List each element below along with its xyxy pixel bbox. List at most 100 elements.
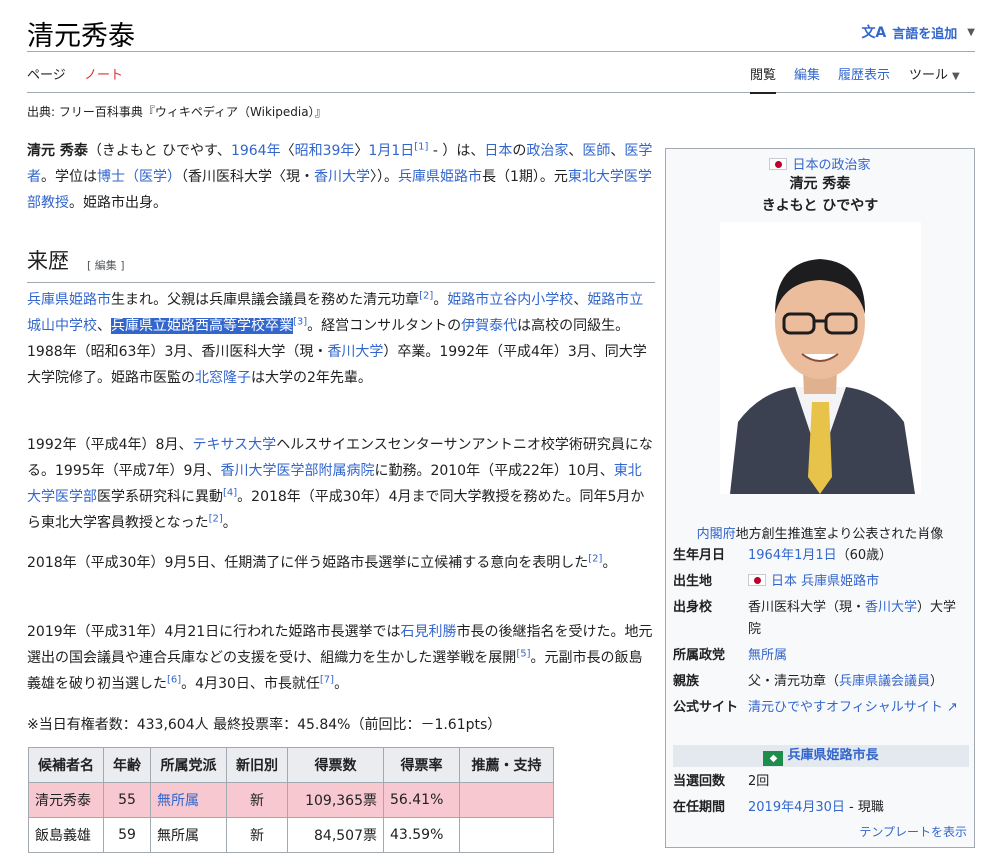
turnout-note: ※当日有権者数：433,604人 最終投票率：45.84%（前回比：－1.61p…: [27, 717, 502, 733]
citation[interactable]: [1]: [414, 141, 428, 152]
link[interactable]: 北窓隆子: [195, 370, 251, 386]
link[interactable]: 石見利勝: [400, 624, 456, 640]
relatives-link[interactable]: 兵庫県議会議員: [839, 674, 930, 689]
link[interactable]: 教授: [41, 195, 69, 211]
column-header: 得票数: [287, 747, 384, 783]
relatives-text-end: ）: [930, 674, 944, 689]
infobox-key: 生年月日: [673, 548, 726, 563]
tab-tools[interactable]: ツール ▼: [909, 64, 960, 92]
citation[interactable]: [4]: [223, 487, 237, 498]
infobox-key: 所属政党: [673, 648, 726, 663]
link[interactable]: 姫路市: [69, 292, 111, 308]
tab-history[interactable]: 履歴表示: [838, 64, 890, 92]
infobox-key: 当選回数: [673, 774, 726, 789]
link[interactable]: 医師: [582, 143, 610, 159]
table-header-row: 候補者名 年齢 所属党派 新旧別 得票数 得票率 推薦・支持: [28, 747, 554, 783]
chevron-down-icon: ▼: [952, 71, 960, 82]
history-paragraph-2: 1992年（平成4年）8月、テキサス大学ヘルスサイエンスセンターサンアントニオ校…: [27, 437, 653, 531]
page-title: 清元秀泰: [27, 21, 135, 52]
link[interactable]: 香川大学医学部附属病院: [220, 463, 374, 479]
infobox-row-elections: 当選回数 2回: [673, 771, 969, 793]
link[interactable]: 伊賀泰代: [461, 318, 517, 334]
candidate-age: 59: [103, 817, 151, 853]
infobox-value: 無所属: [748, 645, 969, 667]
candidate-party: 無所属: [150, 817, 227, 853]
birthdate-link[interactable]: 1964年1月1日: [748, 548, 837, 563]
infobox-row-birthplace: 出生地 日本 兵庫県姫路市: [673, 571, 969, 593]
portrait-caption: 内閣府地方創生推進室より公表された肖像: [666, 523, 974, 542]
link[interactable]: テキサス大学: [192, 437, 276, 453]
infobox-value: 清元ひでやすオフィシャルサイト ↗: [748, 697, 969, 719]
citation[interactable]: [6]: [167, 674, 181, 685]
column-header: 候補者名: [28, 747, 104, 783]
link[interactable]: 博士（医学）: [97, 169, 181, 185]
birthplace-link[interactable]: 日本 兵庫県姫路市: [771, 574, 879, 589]
infobox-category-link[interactable]: 日本の政治家: [792, 158, 870, 173]
japan-flag-icon: [769, 158, 788, 170]
term-start-link[interactable]: 2019年4月30日: [748, 800, 845, 815]
tab-read[interactable]: 閲覧: [750, 64, 777, 94]
portrait-image[interactable]: [720, 222, 921, 494]
link[interactable]: 日本: [484, 143, 512, 159]
candidate-votes: 84,507票: [287, 817, 384, 853]
party-link[interactable]: 無所属: [748, 648, 787, 663]
alma-mater-link[interactable]: 香川大学: [865, 600, 917, 615]
infobox-header: 日本の政治家: [666, 154, 974, 173]
candidate-support: [459, 817, 554, 853]
citation[interactable]: [7]: [320, 674, 334, 685]
candidate-name: 飯島義雄: [28, 817, 104, 853]
infobox-value: 日本 兵庫県姫路市: [748, 571, 969, 593]
link[interactable]: 香川大学: [314, 169, 370, 185]
link[interactable]: 1964年: [231, 143, 281, 159]
candidate-status: 新: [226, 782, 288, 818]
link[interactable]: 兵庫県: [27, 292, 69, 308]
official-site-link[interactable]: 清元ひでやすオフィシャルサイト: [748, 700, 943, 715]
citation[interactable]: [2]: [588, 553, 602, 564]
citation[interactable]: [5]: [516, 648, 530, 659]
citation[interactable]: [2]: [419, 290, 433, 301]
infobox-key: 公式サイト: [673, 700, 739, 715]
show-template-link[interactable]: テンプレートを表示: [859, 823, 967, 840]
link[interactable]: 兵庫県姫路市: [398, 169, 482, 185]
infobox-rows: 生年月日 1964年1月1日（60歳） 出生地 日本 兵庫県姫路市 出身校 香川…: [673, 545, 969, 723]
city-emblem-icon: ◆: [763, 751, 784, 766]
link[interactable]: 1月1日: [368, 143, 414, 159]
history-paragraph-3: 2018年（平成30年）9月5日、任期満了に伴う姫路市長選挙に立候補する意向を表…: [27, 553, 617, 571]
candidate-name: 清元秀泰: [28, 782, 104, 818]
relatives-text: 父・清元功章（: [748, 674, 840, 689]
tab-edit[interactable]: 編集: [794, 64, 820, 92]
caption-link[interactable]: 内閣府: [697, 527, 736, 542]
candidate-votes: 109,365票: [287, 782, 384, 818]
link[interactable]: 政治家: [526, 143, 568, 159]
history-paragraph-1: 兵庫県姫路市生まれ。父親は兵庫県議会議員を務めた清元功章[2]。姫路市立谷内小学…: [27, 290, 647, 386]
infobox-row-relatives: 親族 父・清元功章（兵庫県議会議員）: [673, 671, 969, 693]
link[interactable]: 昭和39年: [295, 143, 355, 159]
table-row: 清元秀泰 55 無所属 新 109,365票 56.41%: [28, 782, 554, 818]
column-header: 推薦・支持: [459, 747, 554, 783]
lead-paragraph: 清元 秀泰（きよもと ひでやす、1964年〈昭和39年〉1月1日[1] - ）は…: [27, 141, 653, 211]
japan-flag-icon: [748, 574, 766, 586]
age-text: （60歳）: [836, 548, 893, 563]
tab-page[interactable]: ページ: [27, 64, 66, 92]
citation[interactable]: [3]: [293, 316, 307, 327]
section-edit-link[interactable]: [ 編集 ]: [87, 257, 125, 273]
infobox-key: 出身校: [673, 600, 713, 615]
candidate-age: 55: [103, 782, 151, 818]
candidate-status: 新: [226, 817, 288, 853]
infobox-value: 父・清元功章（兵庫県議会議員）: [748, 671, 969, 693]
infobox-name: 清元 秀泰: [789, 176, 851, 192]
infobox-value: 1964年1月1日（60歳）: [748, 545, 969, 567]
office-title[interactable]: 兵庫県姫路市長: [787, 748, 878, 763]
infobox-key: 出生地: [673, 574, 713, 589]
selected-text: 兵庫県立姫路西高等学校卒業: [111, 318, 293, 334]
column-header: 新旧別: [226, 747, 288, 783]
link[interactable]: 香川大学: [327, 344, 383, 360]
external-link-icon: ↗: [942, 700, 958, 715]
infobox-row-alma-mater: 出身校 香川医科大学（現・香川大学）大学院: [673, 597, 969, 641]
tab-talk[interactable]: ノート: [84, 64, 123, 92]
add-languages-button[interactable]: 文A 言語を追加 ▼: [861, 22, 975, 42]
candidate-party[interactable]: 無所属: [150, 782, 227, 818]
link[interactable]: 姫路市立谷内小学校: [447, 292, 573, 308]
citation[interactable]: [2]: [209, 513, 223, 524]
translate-icon: 文A: [861, 25, 887, 41]
